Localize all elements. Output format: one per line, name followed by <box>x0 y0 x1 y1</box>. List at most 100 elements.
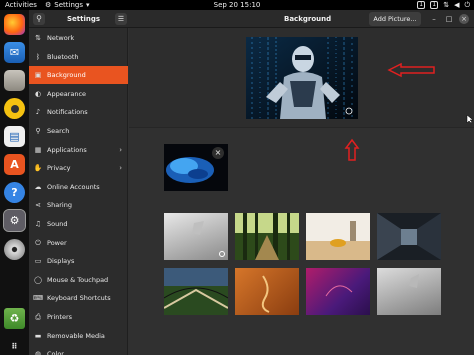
maximize-button[interactable]: □ <box>444 14 454 24</box>
trash-icon[interactable]: ♻ <box>4 308 25 329</box>
sidebar-item-label: Color <box>47 350 64 355</box>
background-icon: ▣ <box>34 71 42 80</box>
sidebar: ⇅ Network ᛒ Bluetooth ▣ Background ◐ Appearance… <box>29 28 128 355</box>
software-icon[interactable]: A <box>4 154 25 175</box>
sidebar-item-sound[interactable]: ♫ Sound <box>29 215 128 233</box>
sidebar-item-label: Sharing <box>47 201 72 210</box>
firefox-icon[interactable] <box>4 14 25 35</box>
files-icon[interactable] <box>4 70 25 91</box>
minimize-button[interactable]: – <box>429 14 439 24</box>
add-picture-button[interactable]: Add Picture... <box>369 12 421 26</box>
sound-icon: ♫ <box>34 220 42 228</box>
wallpaper-thumbnail-gray-2[interactable] <box>377 268 441 315</box>
settings-window: ⚲ Settings ☰ Background Add Picture... –… <box>29 10 474 355</box>
settings-icon[interactable]: ⚙ <box>3 209 26 232</box>
apps-grid-icon[interactable]: ⠿ <box>4 336 25 355</box>
sidebar-item-label: Appearance <box>47 89 87 98</box>
writer-icon[interactable]: ▤ <box>4 126 25 147</box>
sidebar-item-label: Printers <box>47 313 73 321</box>
sidebar-item-label: Displays <box>47 257 75 266</box>
sidebar-item-label: Bluetooth <box>47 52 79 61</box>
sidebar-item-label: Power <box>47 238 67 247</box>
wallpaper-thumbnail-orange[interactable] <box>235 268 299 315</box>
sidebar-item-mouse-touchpad[interactable]: ◯ Mouse & Touchpad <box>29 271 128 289</box>
sidebar-item-label: Keyboard Shortcuts <box>47 294 111 303</box>
power-icon: ⏻ <box>35 238 41 247</box>
sidebar-item-color[interactable]: ◍ Color <box>29 345 128 355</box>
applications-icon: ▦ <box>34 145 42 154</box>
chevron-right-icon: › <box>119 164 122 173</box>
sidebar-item-removable-media[interactable]: ▬ Removable Media <box>29 327 128 345</box>
sidebar-title: Settings <box>67 15 101 23</box>
close-button[interactable]: × <box>459 14 469 24</box>
bell-icon: ♪ <box>35 108 41 117</box>
mail-icon[interactable]: ✉ <box>4 42 25 63</box>
sidebar-item-sharing[interactable]: ⋖ Sharing <box>29 196 128 214</box>
power-icon[interactable]: ⏻ <box>464 0 470 10</box>
help-icon[interactable]: ? <box>4 182 25 203</box>
mouse-cursor-icon <box>466 114 474 124</box>
sidebar-item-network[interactable]: ⇅ Network <box>29 29 128 47</box>
sidebar-item-notifications[interactable]: ♪ Notifications <box>29 103 128 121</box>
dock: ✉ ▤ A ? ⚙ ♻ ⠿ <box>0 10 29 355</box>
system-tray[interactable]: 1 1 ⇅ ◀ ⏻ <box>417 0 470 10</box>
wallpaper-thumbnail-purple[interactable] <box>306 268 370 315</box>
printer-icon: ⎙ <box>35 313 41 321</box>
robot-wallpaper-image <box>246 37 358 119</box>
sidebar-item-label: Notifications <box>47 108 88 117</box>
sidebar-item-label: Online Accounts <box>47 182 100 191</box>
sharing-icon: ⋖ <box>35 201 41 210</box>
color-icon: ◍ <box>34 350 42 355</box>
menu-button[interactable]: ☰ <box>115 13 127 25</box>
page-title: Background <box>284 15 332 23</box>
display-icon: ▭ <box>34 257 42 266</box>
preview-area <box>129 28 474 128</box>
annotation-arrow-up <box>344 138 360 161</box>
sidebar-item-applications[interactable]: ▦ Applications › <box>29 141 128 159</box>
removable-media-icon: ▬ <box>34 331 42 340</box>
sidebar-item-appearance[interactable]: ◐ Appearance <box>29 85 128 103</box>
sidebar-item-label: Removable Media <box>47 331 105 340</box>
sidebar-item-search[interactable]: ⚲ Search <box>29 122 128 140</box>
sidebar-item-label: Background <box>47 71 86 80</box>
privacy-icon: ✋ <box>33 164 43 173</box>
chevron-right-icon: › <box>119 145 122 154</box>
clock[interactable]: Sep 20 15:10 <box>0 0 474 10</box>
top-bar: Activities ⚙ Settings ▾ Sep 20 15:10 1 1… <box>0 0 474 10</box>
wallpaper-thumbnail-cafe[interactable] <box>306 213 370 260</box>
sidebar-item-label: Applications <box>47 145 87 154</box>
sidebar-item-printers[interactable]: ⎙ Printers <box>29 308 128 326</box>
volume-icon[interactable]: ◀ <box>454 0 459 10</box>
sidebar-item-label: Sound <box>47 220 68 228</box>
sidebar-item-displays[interactable]: ▭ Displays <box>29 252 128 270</box>
background-panel: × <box>129 28 474 355</box>
remove-wallpaper-button[interactable]: × <box>212 147 224 159</box>
network-icon[interactable]: ⇅ <box>443 0 449 10</box>
selected-indicator-icon <box>219 251 225 257</box>
bluetooth-icon: ᛒ <box>35 52 41 61</box>
wallpaper-thumbnail-bridge[interactable] <box>164 268 228 315</box>
rhythmbox-icon[interactable] <box>4 98 25 119</box>
wallpaper-thumbnail-forest[interactable] <box>235 213 299 260</box>
sidebar-item-online-accounts[interactable]: ☁ Online Accounts <box>29 178 128 196</box>
wallpaper-thumbnail-gray-1[interactable] <box>164 213 228 260</box>
sidebar-item-privacy[interactable]: ✋ Privacy › <box>29 159 128 177</box>
title-bar: ⚲ Settings ☰ Background Add Picture... –… <box>29 10 474 28</box>
sidebar-item-background[interactable]: ▣ Background <box>29 66 128 85</box>
appearance-icon: ◐ <box>34 89 42 98</box>
sidebar-item-label: Privacy <box>47 164 71 173</box>
sidebar-item-bluetooth[interactable]: ᛒ Bluetooth <box>29 48 128 66</box>
sidebar-item-label: Search <box>47 127 70 135</box>
sidebar-item-label: Mouse & Touchpad <box>47 275 109 284</box>
tray-indicator-2[interactable]: 1 <box>430 1 439 9</box>
sidebar-item-power[interactable]: ⏻ Power <box>29 234 128 252</box>
keyboard-icon: ⌨ <box>33 294 44 303</box>
search-button[interactable]: ⚲ <box>33 13 45 25</box>
disc-icon[interactable] <box>4 239 25 260</box>
network-icon: ⇅ <box>35 34 41 42</box>
mouse-icon: ◯ <box>34 275 42 284</box>
cloud-icon: ☁ <box>34 182 42 191</box>
wallpaper-thumbnail-corridor[interactable] <box>377 213 441 260</box>
sidebar-item-keyboard-shortcuts[interactable]: ⌨ Keyboard Shortcuts <box>29 289 128 307</box>
tray-indicator-1[interactable]: 1 <box>417 1 426 9</box>
